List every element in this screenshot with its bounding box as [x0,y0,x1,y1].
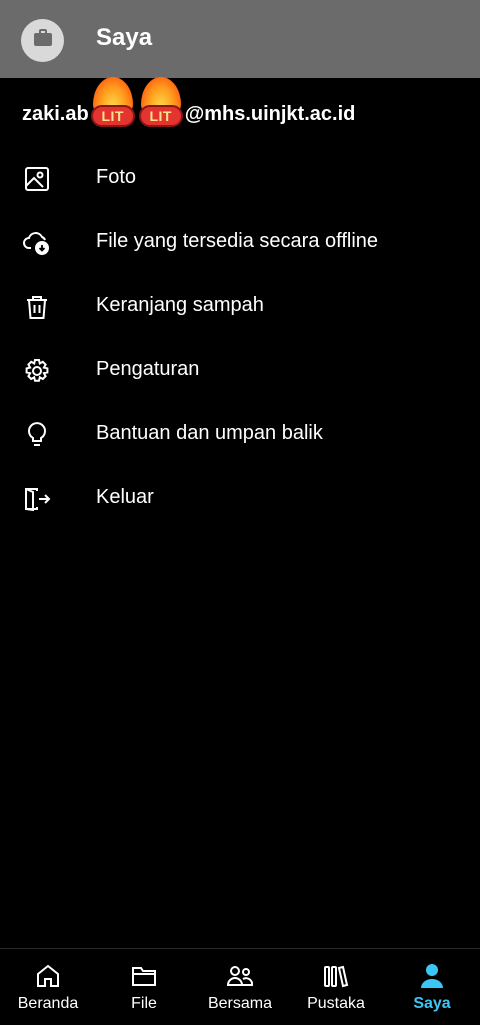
account-avatar-button[interactable] [21,19,64,62]
fire-emoji: LIT [137,77,185,137]
gear-icon [22,356,52,386]
home-icon [33,961,63,991]
menu-item-trash[interactable]: Keranjang sampah [0,274,480,338]
sign-out-icon [22,484,52,514]
people-icon [225,961,255,991]
nav-label: Beranda [17,995,79,1012]
menu-item-settings[interactable]: Pengaturan [0,338,480,402]
nav-label: File [131,995,157,1012]
menu-item-foto[interactable]: Foto [0,146,480,210]
cloud-download-icon [22,228,52,258]
nav-tab-beranda[interactable]: Beranda [0,949,96,1025]
menu-item-label: Foto [96,166,137,188]
nav-tab-bersama[interactable]: Bersama [192,949,288,1025]
library-icon [321,961,351,991]
menu-item-label: Keranjang sampah [96,294,264,316]
menu-item-help[interactable]: Bantuan dan umpan balik [0,402,480,466]
menu-list: Foto File yang tersedia secara offline K… [0,146,480,530]
lit-badge-text: LIT [138,105,183,127]
menu-item-label: Pengaturan [96,358,200,380]
folder-icon [129,961,159,991]
nav-label: Pustaka [307,995,365,1012]
bottom-navigation: Beranda File Bersama Pustaka Saya [0,948,480,1024]
menu-item-offline[interactable]: File yang tersedia secara offline [0,210,480,274]
email-prefix: zaki.ab [22,102,89,125]
menu-item-label: File yang tersedia secara offline [96,230,379,252]
nav-tab-file[interactable]: File [96,949,192,1025]
photo-icon [22,164,52,194]
page-title: Saya [96,24,153,51]
nav-label: Saya [413,995,451,1012]
nav-tab-pustaka[interactable]: Pustaka [288,949,384,1025]
menu-item-label: Keluar [96,486,154,508]
email-suffix: @mhs.uinjkt.ac.id [184,102,356,125]
person-icon [417,961,447,991]
lit-badge-text: LIT [90,105,135,127]
app-header: Saya [0,0,480,78]
trash-icon [22,292,52,322]
account-email: zaki.ab LIT LIT @mhs.uinjkt.ac.id [22,77,356,134]
nav-tab-saya[interactable]: Saya [384,949,480,1025]
lightbulb-icon [22,420,52,450]
nav-label: Bersama [207,995,273,1012]
fire-emoji: LIT [89,77,137,137]
menu-item-logout[interactable]: Keluar [0,466,480,530]
menu-item-label: Bantuan dan umpan balik [96,422,323,444]
briefcase-icon [32,28,54,53]
